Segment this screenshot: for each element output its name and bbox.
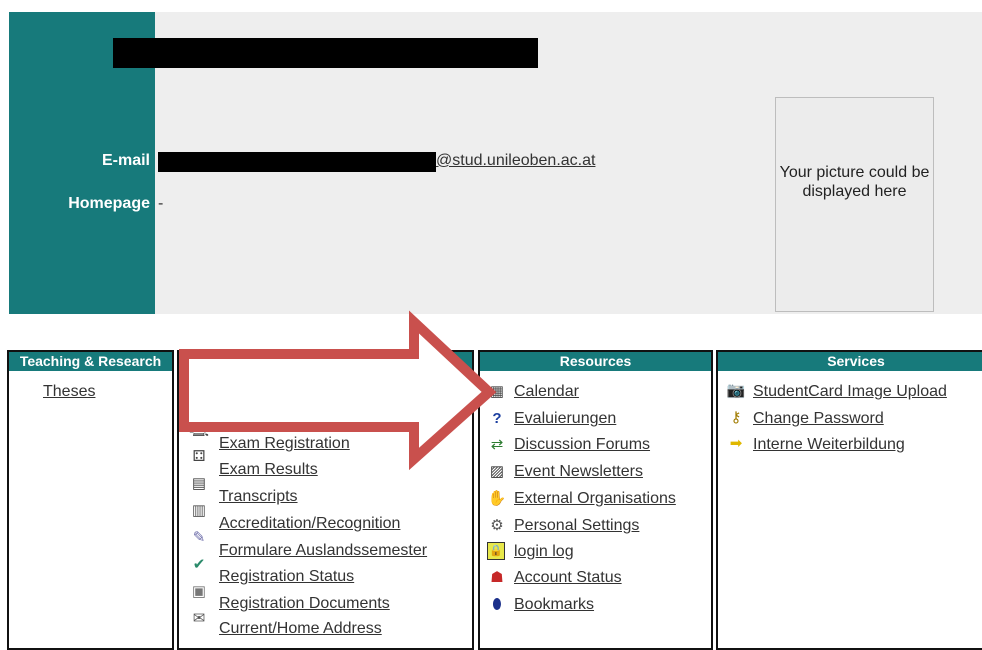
link-formulare-auslandssemester[interactable]: Formulare Auslandssemester [219,540,427,562]
homepage-value: - [158,195,164,212]
panel-title-teaching: Teaching & Research [9,352,172,371]
arrow-right-icon: ➡ [729,435,743,452]
account-status-icon: ☗ [490,569,504,586]
event-newsletter-icon: ▨ [489,463,505,480]
link-exam-results[interactable]: Exam Results [219,459,318,481]
link-account-status[interactable]: Account Status [514,567,622,589]
help-question-icon: ? [492,410,502,427]
email-label: E-mail [101,152,150,169]
panel-title-studies [179,352,472,371]
profile-picture-placeholder: Your picture could be displayed here [775,97,934,312]
link-login-log[interactable]: login log [514,541,574,563]
link-current-home-address[interactable]: Current/Home Address [219,618,382,640]
camera-icon: 📷 [726,382,746,399]
bookmark-icon: ⬮ [492,596,502,613]
forms-abroad-icon: ✎ [192,529,206,546]
link-exam-registration[interactable]: Exam Registration [219,433,350,455]
link-registration-status[interactable]: Registration Status [219,566,354,588]
panel-title-services: Services [718,352,982,371]
picture-placeholder-text: Your picture could be displayed here [779,164,930,200]
address-icon: ✉ [192,610,206,627]
link-transcripts[interactable]: Transcripts [219,486,298,508]
calendar-icon: ▦ [489,383,505,400]
accreditation-icon: ▥ [191,502,207,519]
redacted-email-user [158,152,436,172]
transcripts-icon: ▤ [191,475,207,492]
panel-title-resources: Resources [480,352,711,371]
link-external-organisations[interactable]: External Organisations [514,488,676,510]
link-event-newsletters[interactable]: Event Newsletters [514,461,643,483]
link-evaluierungen[interactable]: Evaluierungen [514,408,616,430]
link-interne-weiterbildung[interactable]: Interne Weiterbildung [753,434,905,456]
key-icon: ⚷ [730,409,742,426]
link-theses[interactable]: Theses [43,381,95,403]
exam-results-icon: ⚃ [192,448,206,465]
link-personal-settings[interactable]: Personal Settings [514,515,639,537]
lock-icon: 🔒 [487,542,505,560]
link-accreditation[interactable]: Accreditation/Recognition [219,513,400,535]
link-change-password[interactable]: Change Password [753,408,884,430]
personal-settings-icon: ⚙ [490,517,504,534]
registration-documents-icon: ▣ [191,583,207,600]
link-discussion-forums[interactable]: Discussion Forums [514,434,650,456]
forums-arrows-icon: ⇄ [490,436,504,453]
panel-resources: Resources ▦ Calendar ? Evaluierungen ⇄ D… [478,350,713,650]
homepage-label: Homepage [68,195,150,212]
email-link[interactable]: @stud.unileoben.ac.at [436,152,595,170]
exam-registration-icon: 🖳 [189,421,210,438]
handshake-icon: ✋ [487,490,507,507]
link-registration-documents[interactable]: Registration Documents [219,593,390,615]
link-studentcard-image-upload[interactable]: StudentCard Image Upload [753,381,947,403]
panel-teaching-research: Teaching & Research Theses [7,350,174,650]
redacted-name [113,38,538,68]
registration-status-icon: ✔ [192,556,206,573]
panel-studies: 🖳 Exam Registration ⚃ Exam Results ▤ Tra… [177,350,474,650]
link-bookmarks[interactable]: Bookmarks [514,594,594,616]
link-calendar[interactable]: Calendar [514,381,579,403]
panel-services: Services 📷 StudentCard Image Upload ⚷ Ch… [716,350,982,650]
